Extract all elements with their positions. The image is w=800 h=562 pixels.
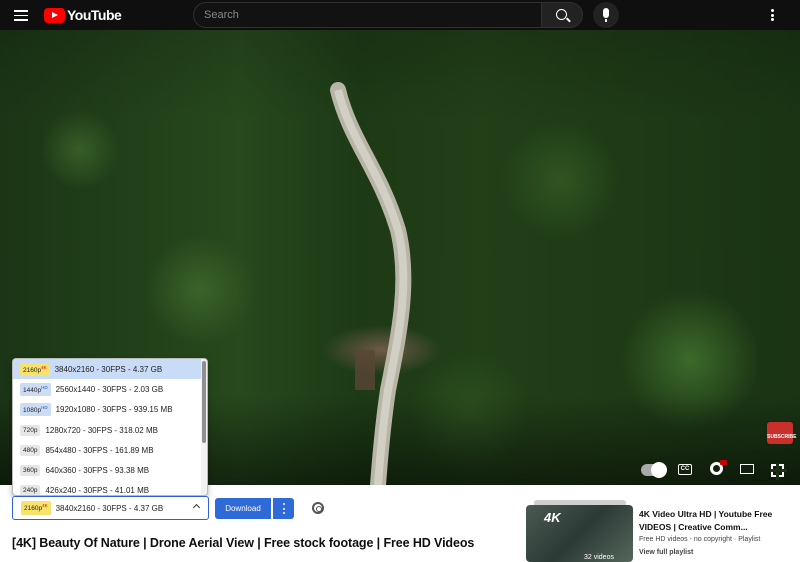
fullscreen-icon[interactable] — [770, 463, 787, 480]
search-button[interactable] — [541, 2, 583, 28]
quality-option[interactable]: 480p 854x480 - 30FPS - 161.89 MB — [13, 440, 207, 460]
youtube-logo[interactable]: YouTube — [44, 7, 122, 23]
chevron-up-icon — [192, 503, 201, 512]
quality-option-label: 854x480 - 30FPS - 161.89 MB — [45, 445, 154, 455]
quality-option[interactable]: 1080pHD 1920x1080 - 30FPS - 939.15 MB — [13, 400, 207, 420]
quality-badge: 240p — [20, 485, 41, 495]
playlist-meta: Free HD videos - no copyright · Playlist — [639, 536, 761, 543]
download-button[interactable]: Download — [215, 498, 271, 519]
quality-option[interactable]: 240p 426x240 - 30FPS - 41.01 MB — [13, 481, 207, 496]
menu-icon[interactable] — [14, 10, 28, 21]
search-input[interactable]: Search — [193, 2, 541, 28]
hd-badge-icon — [720, 460, 727, 465]
quality-badge: 1080pHD — [20, 403, 51, 417]
quality-option-label: 426x240 - 30FPS - 41.01 MB — [45, 486, 150, 496]
quality-option[interactable]: 2160p4K 3840x2160 - 30FPS - 4.37 GB — [13, 359, 207, 380]
scrollbar-thumb[interactable] — [202, 361, 206, 443]
quality-option-label: 3840x2160 - 30FPS - 4.37 GB — [54, 364, 163, 374]
quality-badge: 360p — [20, 465, 41, 477]
downloader-settings-icon[interactable] — [312, 502, 324, 514]
subscribe-watermark[interactable]: SUBSCRIBE — [767, 422, 796, 444]
quality-select[interactable]: 2160p4K 3840x2160 - 30FPS - 4.37 GB — [12, 496, 209, 520]
search-icon — [556, 9, 567, 20]
selected-quality-label: 3840x2160 - 30FPS - 4.37 GB — [55, 503, 164, 513]
playlist-video-count: 32 videos — [584, 554, 614, 561]
playlist-title[interactable]: 4K Video Ultra HD | Youtube Free VIDEOS … — [639, 508, 789, 534]
quality-option-label: 1920x1080 - 30FPS - 939.15 MB — [55, 405, 173, 415]
autoplay-toggle[interactable] — [641, 462, 667, 478]
quality-option[interactable]: 720p 1280x720 - 30FPS - 318.02 MB — [13, 420, 207, 440]
more-options-icon[interactable] — [771, 9, 775, 21]
view-full-playlist-link[interactable]: View full playlist — [639, 549, 693, 556]
captions-icon[interactable]: CC — [678, 464, 692, 475]
quality-option[interactable]: 360p 640x360 - 30FPS - 93.38 MB — [13, 460, 207, 480]
video-title: [4K] Beauty Of Nature | Drone Aerial Vie… — [12, 536, 475, 550]
quality-option-label: 1280x720 - 30FPS - 318.02 MB — [45, 425, 158, 435]
quality-option-label: 2560x1440 - 30FPS - 2.03 GB — [55, 384, 164, 394]
download-options-button[interactable] — [273, 498, 294, 519]
quality-badge: 1440pHD — [20, 382, 51, 397]
quality-badge: 720p — [20, 424, 41, 436]
theater-mode-icon[interactable] — [740, 464, 754, 474]
quality-badge: 2160p4K — [21, 501, 51, 515]
quality-option-label: 640x360 - 30FPS - 93.38 MB — [45, 466, 150, 476]
dropdown-scrollbar[interactable] — [201, 359, 207, 495]
thumbnail-4k-text: 4K — [544, 510, 561, 525]
top-bar: YouTube Search — [0, 0, 800, 30]
playlist-thumbnail[interactable]: 4K 32 videos — [526, 505, 633, 562]
youtube-play-logo-icon — [44, 7, 65, 23]
logo-text: YouTube — [67, 7, 122, 23]
quality-dropdown-list[interactable]: 2160p4K 3840x2160 - 30FPS - 4.37 GB 1440… — [12, 358, 208, 496]
quality-badge: 480p — [20, 444, 41, 456]
voice-search-icon[interactable] — [593, 2, 619, 28]
quality-badge: 2160p4K — [20, 362, 50, 376]
quality-option[interactable]: 1440pHD 2560x1440 - 30FPS - 2.03 GB — [13, 379, 207, 399]
